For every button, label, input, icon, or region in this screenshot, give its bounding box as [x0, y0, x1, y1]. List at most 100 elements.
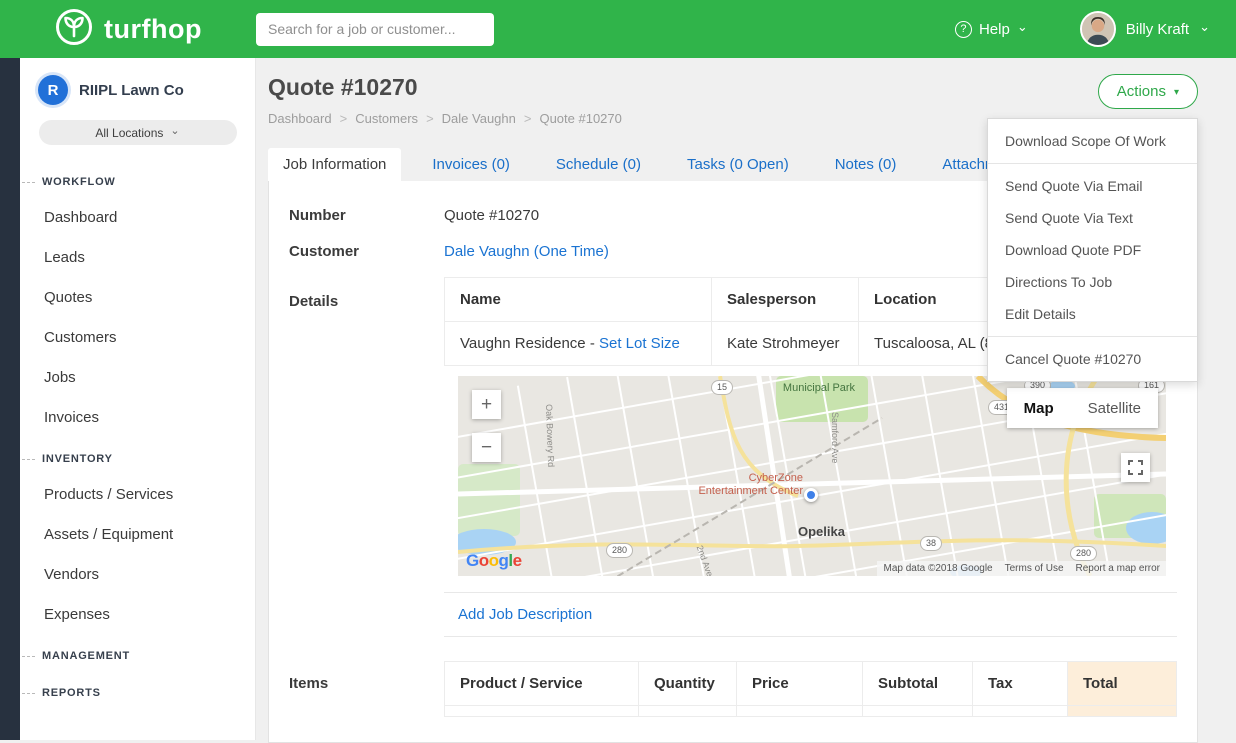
sidebar-item-vendors[interactable]: Vendors: [20, 555, 255, 595]
map-marker: [804, 488, 818, 502]
breadcrumb-dashboard[interactable]: Dashboard: [268, 111, 332, 126]
section-workflow: WORKFLOW: [20, 161, 255, 198]
search-input[interactable]: [256, 13, 494, 46]
number-value: Quote #10270: [444, 205, 539, 224]
help-label: Help: [979, 21, 1010, 38]
terms-of-use-link[interactable]: Terms of Use: [1005, 563, 1064, 574]
items-header-tax: Tax: [973, 662, 1068, 706]
actions-button[interactable]: Actions ▾: [1098, 74, 1198, 109]
menu-divider: [988, 336, 1197, 337]
map-type-toggle: Map Satellite: [1007, 388, 1158, 428]
number-label: Number: [289, 205, 444, 224]
items-header-quantity: Quantity: [639, 662, 737, 706]
menu-item-send-quote-text[interactable]: Send Quote Via Text: [988, 202, 1197, 234]
details-label: Details: [289, 277, 444, 637]
details-header-salesperson: Salesperson: [712, 278, 859, 322]
fullscreen-button[interactable]: [1121, 453, 1150, 482]
map-type-map-button[interactable]: Map: [1007, 388, 1071, 428]
fullscreen-icon: [1128, 460, 1143, 475]
sidebar-item-customers[interactable]: Customers: [20, 318, 255, 358]
tab-job-information[interactable]: Job Information: [268, 148, 401, 181]
map-data-credit: Map data ©2018 Google: [883, 563, 992, 574]
breadcrumb-separator: >: [524, 111, 532, 126]
dash-icon: [22, 693, 35, 694]
help-menu[interactable]: ? Help ⌄: [955, 21, 1028, 38]
breadcrumb-customers[interactable]: Customers: [355, 111, 418, 126]
sidebar-item-assets-equipment[interactable]: Assets / Equipment: [20, 515, 255, 555]
customer-type-link[interactable]: (One Time): [534, 243, 609, 260]
route-shield: 15: [711, 380, 733, 395]
items-header-total: Total: [1068, 662, 1177, 706]
breadcrumb-separator: >: [340, 111, 348, 126]
items-header-price: Price: [737, 662, 863, 706]
tab-notes[interactable]: Notes (0): [820, 148, 912, 181]
items-header-row: Product / Service Quantity Price Subtota…: [445, 662, 1177, 706]
breadcrumb-customer-name[interactable]: Dale Vaughn: [442, 111, 516, 126]
sidebar-item-leads[interactable]: Leads: [20, 238, 255, 278]
menu-item-download-scope[interactable]: Download Scope Of Work: [988, 125, 1197, 157]
tab-schedule[interactable]: Schedule (0): [541, 148, 656, 181]
actions-dropdown-menu: Download Scope Of Work Send Quote Via Em…: [987, 118, 1198, 382]
sidebar-item-invoices[interactable]: Invoices: [20, 398, 255, 438]
caret-down-icon: ▾: [1174, 87, 1179, 98]
set-lot-size-link[interactable]: Set Lot Size: [599, 335, 680, 352]
locations-dropdown[interactable]: All Locations ⌄: [39, 120, 237, 145]
turfhop-logo-icon: [54, 7, 94, 52]
tab-tasks[interactable]: Tasks (0 Open): [672, 148, 804, 181]
map-attribution: Map data ©2018 Google Terms of Use Repor…: [877, 561, 1166, 576]
company-header[interactable]: R RIIPL Lawn Co: [20, 58, 255, 118]
chevron-down-icon: ⌄: [1017, 20, 1028, 33]
sidebar-item-expenses[interactable]: Expenses: [20, 595, 255, 635]
customer-link[interactable]: Dale Vaughn: [444, 243, 530, 260]
section-management[interactable]: MANAGEMENT: [20, 635, 255, 672]
items-label: Items: [289, 661, 444, 717]
route-shield: 280: [1070, 546, 1097, 561]
section-label: INVENTORY: [42, 453, 113, 465]
google-logo[interactable]: Google: [466, 551, 522, 571]
items-header-subtotal: Subtotal: [863, 662, 973, 706]
details-header-name: Name: [445, 278, 712, 322]
user-name: Billy Kraft: [1126, 21, 1189, 38]
menu-item-cancel-quote[interactable]: Cancel Quote #10270: [988, 343, 1197, 375]
add-job-description-link[interactable]: Add Job Description: [458, 606, 592, 623]
chevron-down-icon: ⌄: [1199, 20, 1210, 33]
menu-item-send-quote-email[interactable]: Send Quote Via Email: [988, 170, 1197, 202]
street-label: Samford Ave: [830, 412, 840, 463]
brand-name: turfhop: [104, 14, 202, 45]
report-map-error-link[interactable]: Report a map error: [1076, 563, 1160, 574]
menu-item-download-quote-pdf[interactable]: Download Quote PDF: [988, 234, 1197, 266]
poi-line1: CyberZone: [663, 472, 803, 485]
user-menu[interactable]: Billy Kraft ⌄: [1080, 11, 1210, 47]
map[interactable]: Municipal Park CyberZone Entertainment C…: [458, 376, 1166, 576]
section-reports[interactable]: REPORTS: [20, 672, 255, 709]
zoom-in-button[interactable]: +: [472, 390, 501, 419]
sidebar-item-dashboard[interactable]: Dashboard: [20, 198, 255, 238]
zoom-controls: + −: [472, 390, 501, 462]
avatar: [1080, 11, 1116, 47]
sidebar-item-products-services[interactable]: Products / Services: [20, 475, 255, 515]
section-label: WORKFLOW: [42, 176, 116, 188]
details-name-cell: Vaughn Residence - Set Lot Size: [445, 322, 712, 366]
details-salesperson-cell: Kate Strohmeyer: [712, 322, 859, 366]
items-content: Product / Service Quantity Price Subtota…: [444, 661, 1177, 717]
items-header-product: Product / Service: [445, 662, 639, 706]
locations-label: All Locations: [95, 126, 163, 140]
street-label: Oak Bowery Rd: [544, 404, 556, 467]
map-label-municipal-park: Municipal Park: [780, 382, 858, 395]
menu-item-edit-details[interactable]: Edit Details: [988, 298, 1197, 330]
breadcrumb-separator: >: [426, 111, 434, 126]
topbar: turfhop ? Help ⌄ Billy Kraft ⌄: [0, 0, 1236, 58]
zoom-out-button[interactable]: −: [472, 433, 501, 462]
tab-invoices[interactable]: Invoices (0): [417, 148, 525, 181]
menu-item-directions-to-job[interactable]: Directions To Job: [988, 266, 1197, 298]
poi-line2: Entertainment Center: [663, 485, 803, 498]
property-name: Vaughn Residence -: [460, 335, 595, 352]
sidebar-rail: [0, 58, 20, 740]
route-shield: 280: [606, 543, 633, 558]
main-content: Quote #10270 Dashboard > Customers > Dal…: [256, 58, 1236, 740]
brand[interactable]: turfhop: [0, 7, 256, 52]
job-description-box: Add Job Description: [444, 592, 1177, 637]
map-type-satellite-button[interactable]: Satellite: [1071, 388, 1158, 428]
sidebar-item-jobs[interactable]: Jobs: [20, 358, 255, 398]
sidebar-item-quotes[interactable]: Quotes: [20, 278, 255, 318]
